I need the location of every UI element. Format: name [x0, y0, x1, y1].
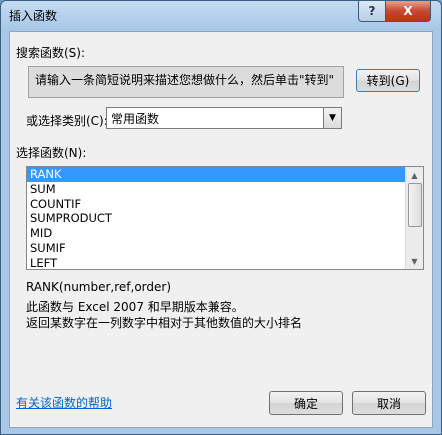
help-icon[interactable]: ? — [358, 1, 386, 22]
search-label: 搜索函数(S): — [16, 46, 86, 60]
chevron-down-icon[interactable]: ▼ — [323, 108, 341, 128]
cancel-button[interactable]: 取消 — [352, 391, 426, 415]
list-item[interactable]: SUM — [27, 182, 423, 197]
function-signature: RANK(number,ref,order) — [26, 280, 172, 294]
list-item[interactable]: COUNTIF — [27, 197, 423, 212]
list-scrollbar[interactable]: ▲ ▼ — [405, 167, 423, 269]
function-description: 返回某数字在一列数字中相对于其他数值的大小排名 — [26, 316, 303, 330]
dialog-body: 搜索函数(S): 请输入一条简短说明来描述您想做什么，然后单击"转到" 转到(G… — [9, 31, 433, 428]
ok-button[interactable]: 确定 — [269, 391, 343, 415]
function-help-link[interactable]: 有关该函数的帮助 — [16, 394, 112, 411]
dialog-title: 插入函数 — [9, 9, 58, 23]
list-item[interactable]: LEFT — [27, 256, 423, 269]
list-item[interactable]: RANK — [27, 167, 406, 182]
title-bar[interactable]: 插入函数 ? X — [1, 1, 441, 31]
list-item[interactable]: SUMPRODUCT — [27, 211, 423, 226]
category-label: 或选择类别(C): — [26, 114, 108, 128]
function-list[interactable]: RANK SUM COUNTIF SUMPRODUCT MID SUMIF LE… — [26, 166, 424, 270]
scroll-down-icon[interactable]: ▼ — [406, 253, 423, 269]
close-icon[interactable]: X — [385, 1, 431, 22]
category-selected-value: 常用函数 — [111, 112, 160, 126]
function-compat-note: 此函数与 Excel 2007 和早期版本兼容。 — [26, 300, 244, 314]
list-item[interactable]: SUMIF — [27, 241, 423, 256]
insert-function-dialog: 插入函数 ? X 搜索函数(S): 请输入一条简短说明来描述您想做什么，然后单击… — [0, 0, 442, 435]
scroll-up-icon[interactable]: ▲ — [406, 167, 423, 183]
function-list-label: 选择函数(N): — [16, 146, 87, 160]
goto-button[interactable]: 转到(G) — [356, 69, 420, 92]
list-item[interactable]: MID — [27, 226, 423, 241]
category-select[interactable]: 常用函数 ▼ — [106, 107, 342, 129]
scroll-thumb[interactable] — [408, 183, 422, 227]
search-input[interactable]: 请输入一条简短说明来描述您想做什么，然后单击"转到" — [28, 66, 344, 98]
